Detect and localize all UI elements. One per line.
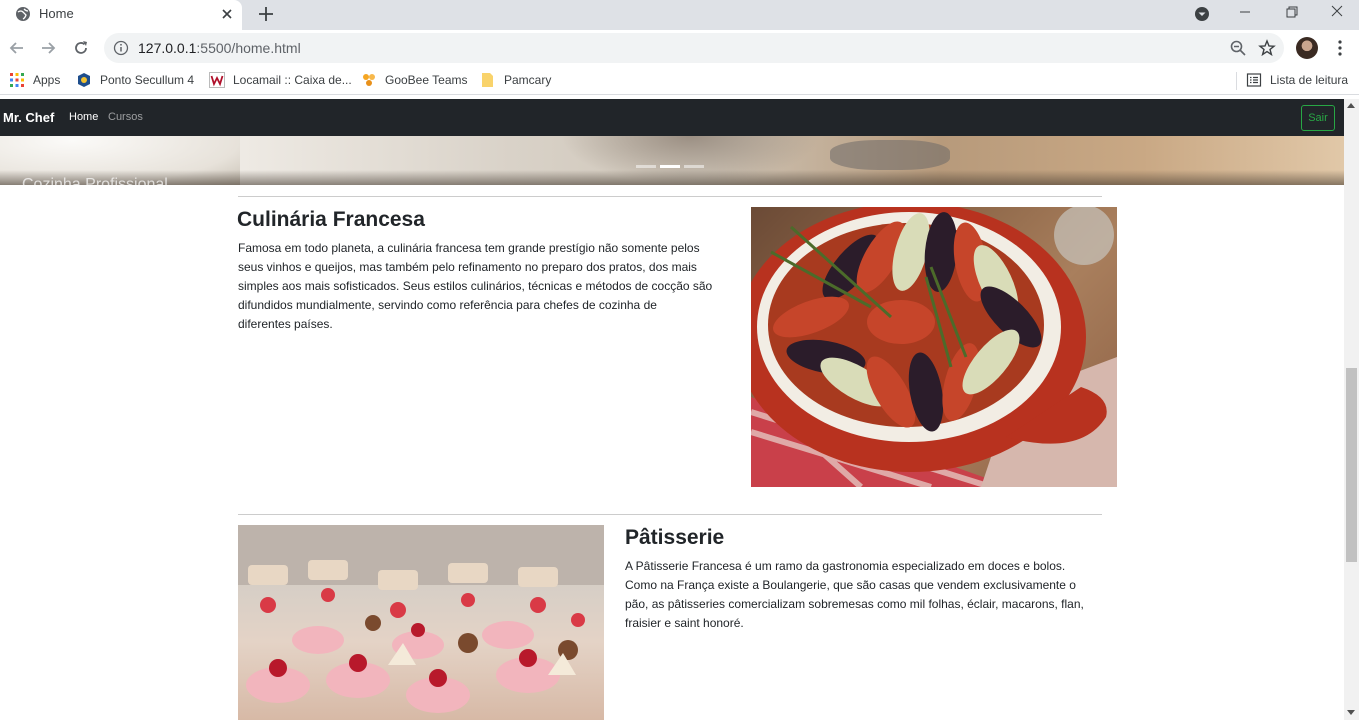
url-text: 127.0.0.1:5500/home.html xyxy=(138,40,301,56)
hero-carousel[interactable]: Cozinha Profissional xyxy=(0,136,1344,185)
text-line: difundidos mundialmente, servindo como r… xyxy=(238,298,657,312)
bookmark-goobee-teams[interactable]: GooBee Teams xyxy=(361,71,468,89)
ratatouille-illustration xyxy=(751,207,1117,487)
text-line: simples aos mais sofisticados. Seus esti… xyxy=(238,279,713,293)
bookmark-label: Pamcary xyxy=(504,73,552,87)
url-path: :5500/home.html xyxy=(196,40,301,56)
section-text-patisserie: A Pâtisserie Francesa é um ramo da gastr… xyxy=(625,557,1105,633)
profile-avatar[interactable] xyxy=(1296,37,1318,59)
folder-icon xyxy=(482,73,493,87)
text-line: diferentes países. xyxy=(238,317,333,331)
scroll-up-arrow-icon[interactable] xyxy=(1347,103,1355,108)
section-divider xyxy=(238,196,1102,197)
browser-tabstrip: Home xyxy=(0,0,1359,30)
scrollbar-thumb[interactable] xyxy=(1346,368,1357,562)
bookmark-label: GooBee Teams xyxy=(385,73,468,87)
bookmarks-bar: Apps Ponto Secullum 4 Locamail :: Caixa … xyxy=(0,66,1359,95)
brand-logo-text[interactable]: Mr. Chef xyxy=(3,110,54,125)
section-text-culinaria: Famosa em todo planeta, a culinária fran… xyxy=(238,239,728,334)
restore-window-icon[interactable] xyxy=(1268,0,1314,30)
browser-tab-home[interactable]: Home xyxy=(0,0,242,30)
section-divider xyxy=(238,514,1102,515)
zoom-icon[interactable] xyxy=(1229,39,1247,57)
forward-arrow-icon[interactable] xyxy=(38,38,58,58)
bookmark-label: Apps xyxy=(33,73,61,87)
close-window-icon[interactable] xyxy=(1314,0,1359,30)
minimize-window-icon[interactable] xyxy=(1222,0,1268,30)
address-bar[interactable]: 127.0.0.1:5500/home.html xyxy=(104,33,1284,63)
browser-toolbar: 127.0.0.1:5500/home.html xyxy=(0,30,1359,66)
bookmark-ponto-secullum[interactable]: Ponto Secullum 4 xyxy=(76,71,194,89)
bookmark-star-icon[interactable] xyxy=(1258,39,1276,57)
web-page: Cozinha Profissional Mr. Chef Home Curso… xyxy=(0,99,1344,720)
tab-search-icon[interactable] xyxy=(1193,5,1211,23)
page-scrollbar[interactable] xyxy=(1344,99,1359,720)
ratatouille-image xyxy=(751,207,1117,487)
patisserie-illustration xyxy=(238,525,604,713)
carousel-image-gradient xyxy=(0,170,1344,185)
carousel-indicator-active[interactable] xyxy=(660,165,680,168)
site-navbar: Mr. Chef Home Cursos Sair xyxy=(0,99,1344,136)
goobee-icon xyxy=(363,74,375,86)
carousel-image-knife xyxy=(830,140,950,170)
reload-icon[interactable] xyxy=(71,38,91,58)
text-line: A Pâtisserie Francesa é um ramo da gastr… xyxy=(625,559,1066,573)
browser-menu-icon[interactable] xyxy=(1330,38,1350,58)
text-line: pão, as pâtisseries comercializam sobrem… xyxy=(625,597,1084,611)
patisserie-image xyxy=(238,525,604,720)
bookmark-label: Locamail :: Caixa de... xyxy=(233,73,352,87)
bookmark-apps[interactable]: Apps xyxy=(9,71,60,89)
text-line: fraisier e saint honoré. xyxy=(625,616,744,630)
close-tab-icon[interactable] xyxy=(218,5,236,23)
text-line: seus vinhos e queijos, mas também pelo r… xyxy=(238,260,697,274)
section-title-patisserie: Pâtisserie xyxy=(625,526,725,549)
tab-title: Home xyxy=(39,6,74,21)
carousel-indicator[interactable] xyxy=(684,165,704,168)
bookmark-label: Ponto Secullum 4 xyxy=(100,73,195,87)
secullum-icon xyxy=(78,73,90,87)
site-info-icon[interactable] xyxy=(113,40,129,56)
bookmark-pamcary[interactable]: Pamcary xyxy=(480,71,551,89)
carousel-caption: Cozinha Profissional xyxy=(22,176,168,185)
bookmark-locamail[interactable]: Locamail :: Caixa de... xyxy=(209,71,352,89)
nav-link-home[interactable]: Home xyxy=(69,111,98,123)
carousel-indicator[interactable] xyxy=(636,165,656,168)
text-line: Famosa em todo planeta, a culinária fran… xyxy=(238,241,700,255)
reading-list-button[interactable]: Lista de leitura xyxy=(1246,71,1348,89)
reading-list-label: Lista de leitura xyxy=(1270,73,1349,87)
section-title-culinaria: Culinária Francesa xyxy=(237,208,425,231)
apps-grid-icon xyxy=(10,73,24,87)
back-arrow-icon[interactable] xyxy=(7,38,27,58)
logout-button[interactable]: Sair xyxy=(1301,105,1335,131)
bookmarks-divider xyxy=(1236,72,1237,90)
scroll-down-arrow-icon[interactable] xyxy=(1347,710,1355,715)
reading-list-icon xyxy=(1246,73,1262,87)
new-tab-icon[interactable] xyxy=(255,3,277,25)
nav-link-cursos[interactable]: Cursos xyxy=(108,111,143,123)
globe-icon xyxy=(16,7,30,21)
locamail-icon xyxy=(209,72,225,88)
text-line: Como na França existe a Boulangerie, que… xyxy=(625,578,1076,592)
url-host: 127.0.0.1 xyxy=(138,40,197,56)
